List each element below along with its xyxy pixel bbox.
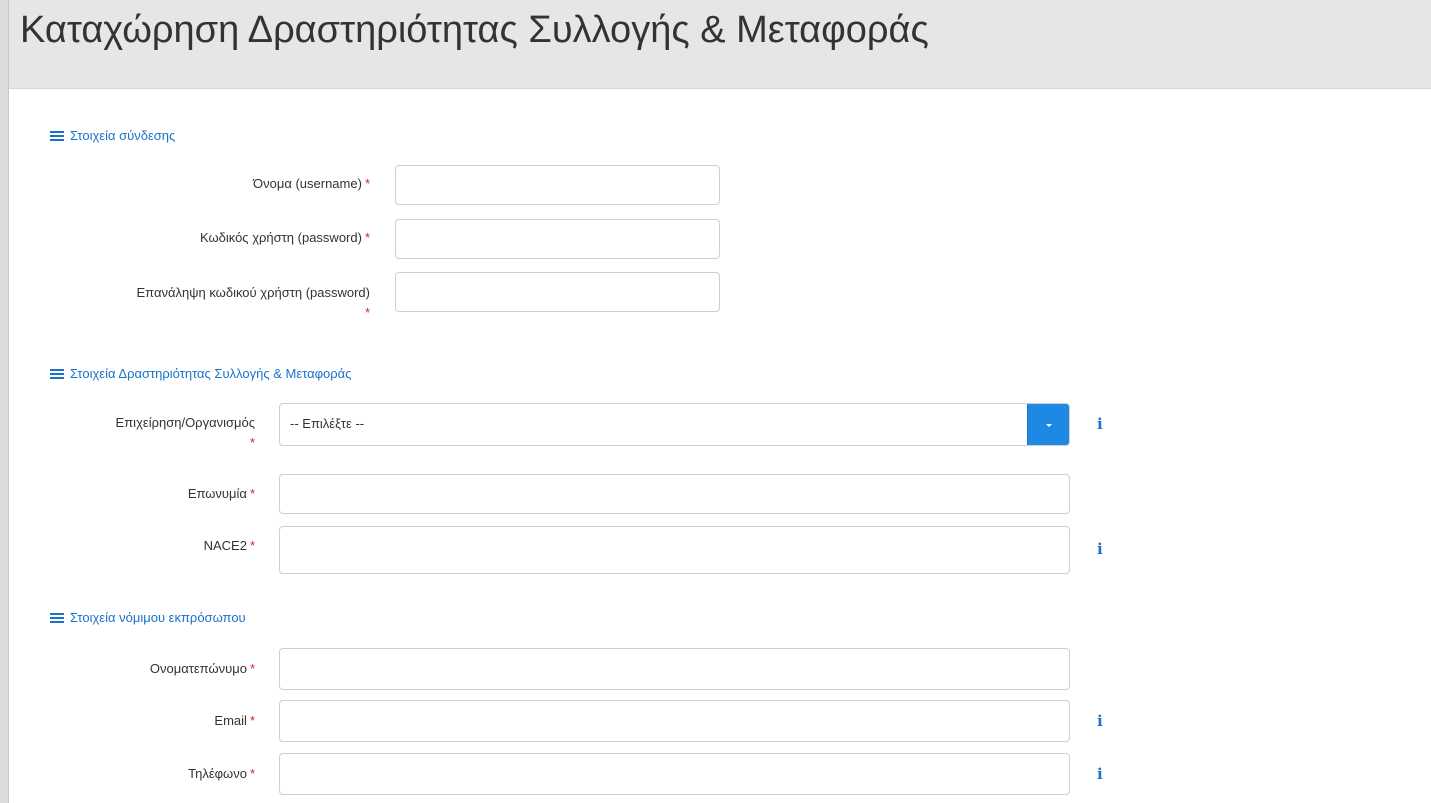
required-marker: *	[249, 435, 255, 450]
phone-label: Τηλέφωνο *	[20, 764, 255, 784]
left-rail	[0, 0, 9, 803]
section-login-title: Στοιχεία σύνδεσης	[50, 128, 175, 143]
menu-icon	[50, 129, 64, 143]
required-marker: *	[364, 305, 370, 320]
password-label-text: Κωδικός χρήστη (password)	[199, 230, 362, 245]
password-repeat-input[interactable]	[395, 272, 720, 312]
section-representative-title: Στοιχεία νόμιμου εκπρόσωπου	[50, 610, 246, 625]
username-input[interactable]	[395, 165, 720, 205]
required-marker: *	[364, 176, 370, 191]
required-marker: *	[364, 230, 370, 245]
section-login-label: Στοιχεία σύνδεσης	[70, 128, 176, 143]
email-label-text: Email	[214, 713, 247, 728]
organization-select[interactable]: -- Επιλέξτε --	[279, 403, 1070, 446]
info-icon[interactable]: i	[1097, 541, 1103, 557]
nace-label: NACE2 *	[20, 536, 255, 556]
section-representative-label: Στοιχεία νόμιμου εκπρόσωπου	[70, 610, 246, 625]
password-label: Κωδικός χρήστη (password) *	[40, 228, 370, 248]
menu-icon	[50, 611, 64, 625]
phone-label-text: Τηλέφωνο	[188, 766, 247, 781]
required-marker: *	[249, 713, 255, 728]
menu-icon	[50, 367, 64, 381]
name-label: Επωνυμία *	[20, 484, 255, 504]
username-label: Όνομα (username) *	[40, 174, 370, 194]
password-input[interactable]	[395, 219, 720, 259]
page-header: Καταχώρηση Δραστηριότητας Συλλογής & Μετ…	[9, 0, 1431, 89]
password-repeat-label: Επανάληψη κωδικού χρήστη (password) *	[15, 283, 370, 323]
page-title: Καταχώρηση Δραστηριότητας Συλλογής & Μετ…	[20, 9, 929, 51]
organization-dropdown-button[interactable]	[1027, 404, 1069, 445]
nace-input[interactable]	[279, 526, 1070, 574]
name-label-text: Επωνυμία	[187, 486, 247, 501]
required-marker: *	[249, 538, 255, 553]
required-marker: *	[249, 661, 255, 676]
section-activity-title: Στοιχεία Δραστηριότητας Συλλογής & Μεταφ…	[50, 366, 351, 381]
info-icon[interactable]: i	[1097, 416, 1103, 432]
required-marker: *	[249, 486, 255, 501]
phone-input[interactable]	[279, 753, 1070, 795]
fullname-label: Ονοματεπώνυμο *	[20, 659, 255, 679]
organization-selected-value: -- Επιλέξτε --	[290, 416, 365, 431]
username-label-text: Όνομα (username)	[253, 176, 362, 191]
fullname-input[interactable]	[279, 648, 1070, 690]
info-icon[interactable]: i	[1097, 713, 1103, 729]
caret-down-icon	[1046, 424, 1052, 427]
fullname-label-text: Ονοματεπώνυμο	[149, 661, 247, 676]
email-input[interactable]	[279, 700, 1070, 742]
section-activity-label: Στοιχεία Δραστηριότητας Συλλογής & Μεταφ…	[70, 366, 352, 381]
password-repeat-label-text: Επανάληψη κωδικού χρήστη (password)	[136, 285, 370, 300]
required-marker: *	[249, 766, 255, 781]
nace-label-text: NACE2	[203, 538, 247, 553]
organization-label-text: Επιχείρηση/Οργανισμός	[115, 415, 255, 430]
email-label: Email *	[20, 711, 255, 731]
info-icon[interactable]: i	[1097, 766, 1103, 782]
name-input[interactable]	[279, 474, 1070, 514]
organization-label: Επιχείρηση/Οργανισμός *	[20, 413, 255, 453]
